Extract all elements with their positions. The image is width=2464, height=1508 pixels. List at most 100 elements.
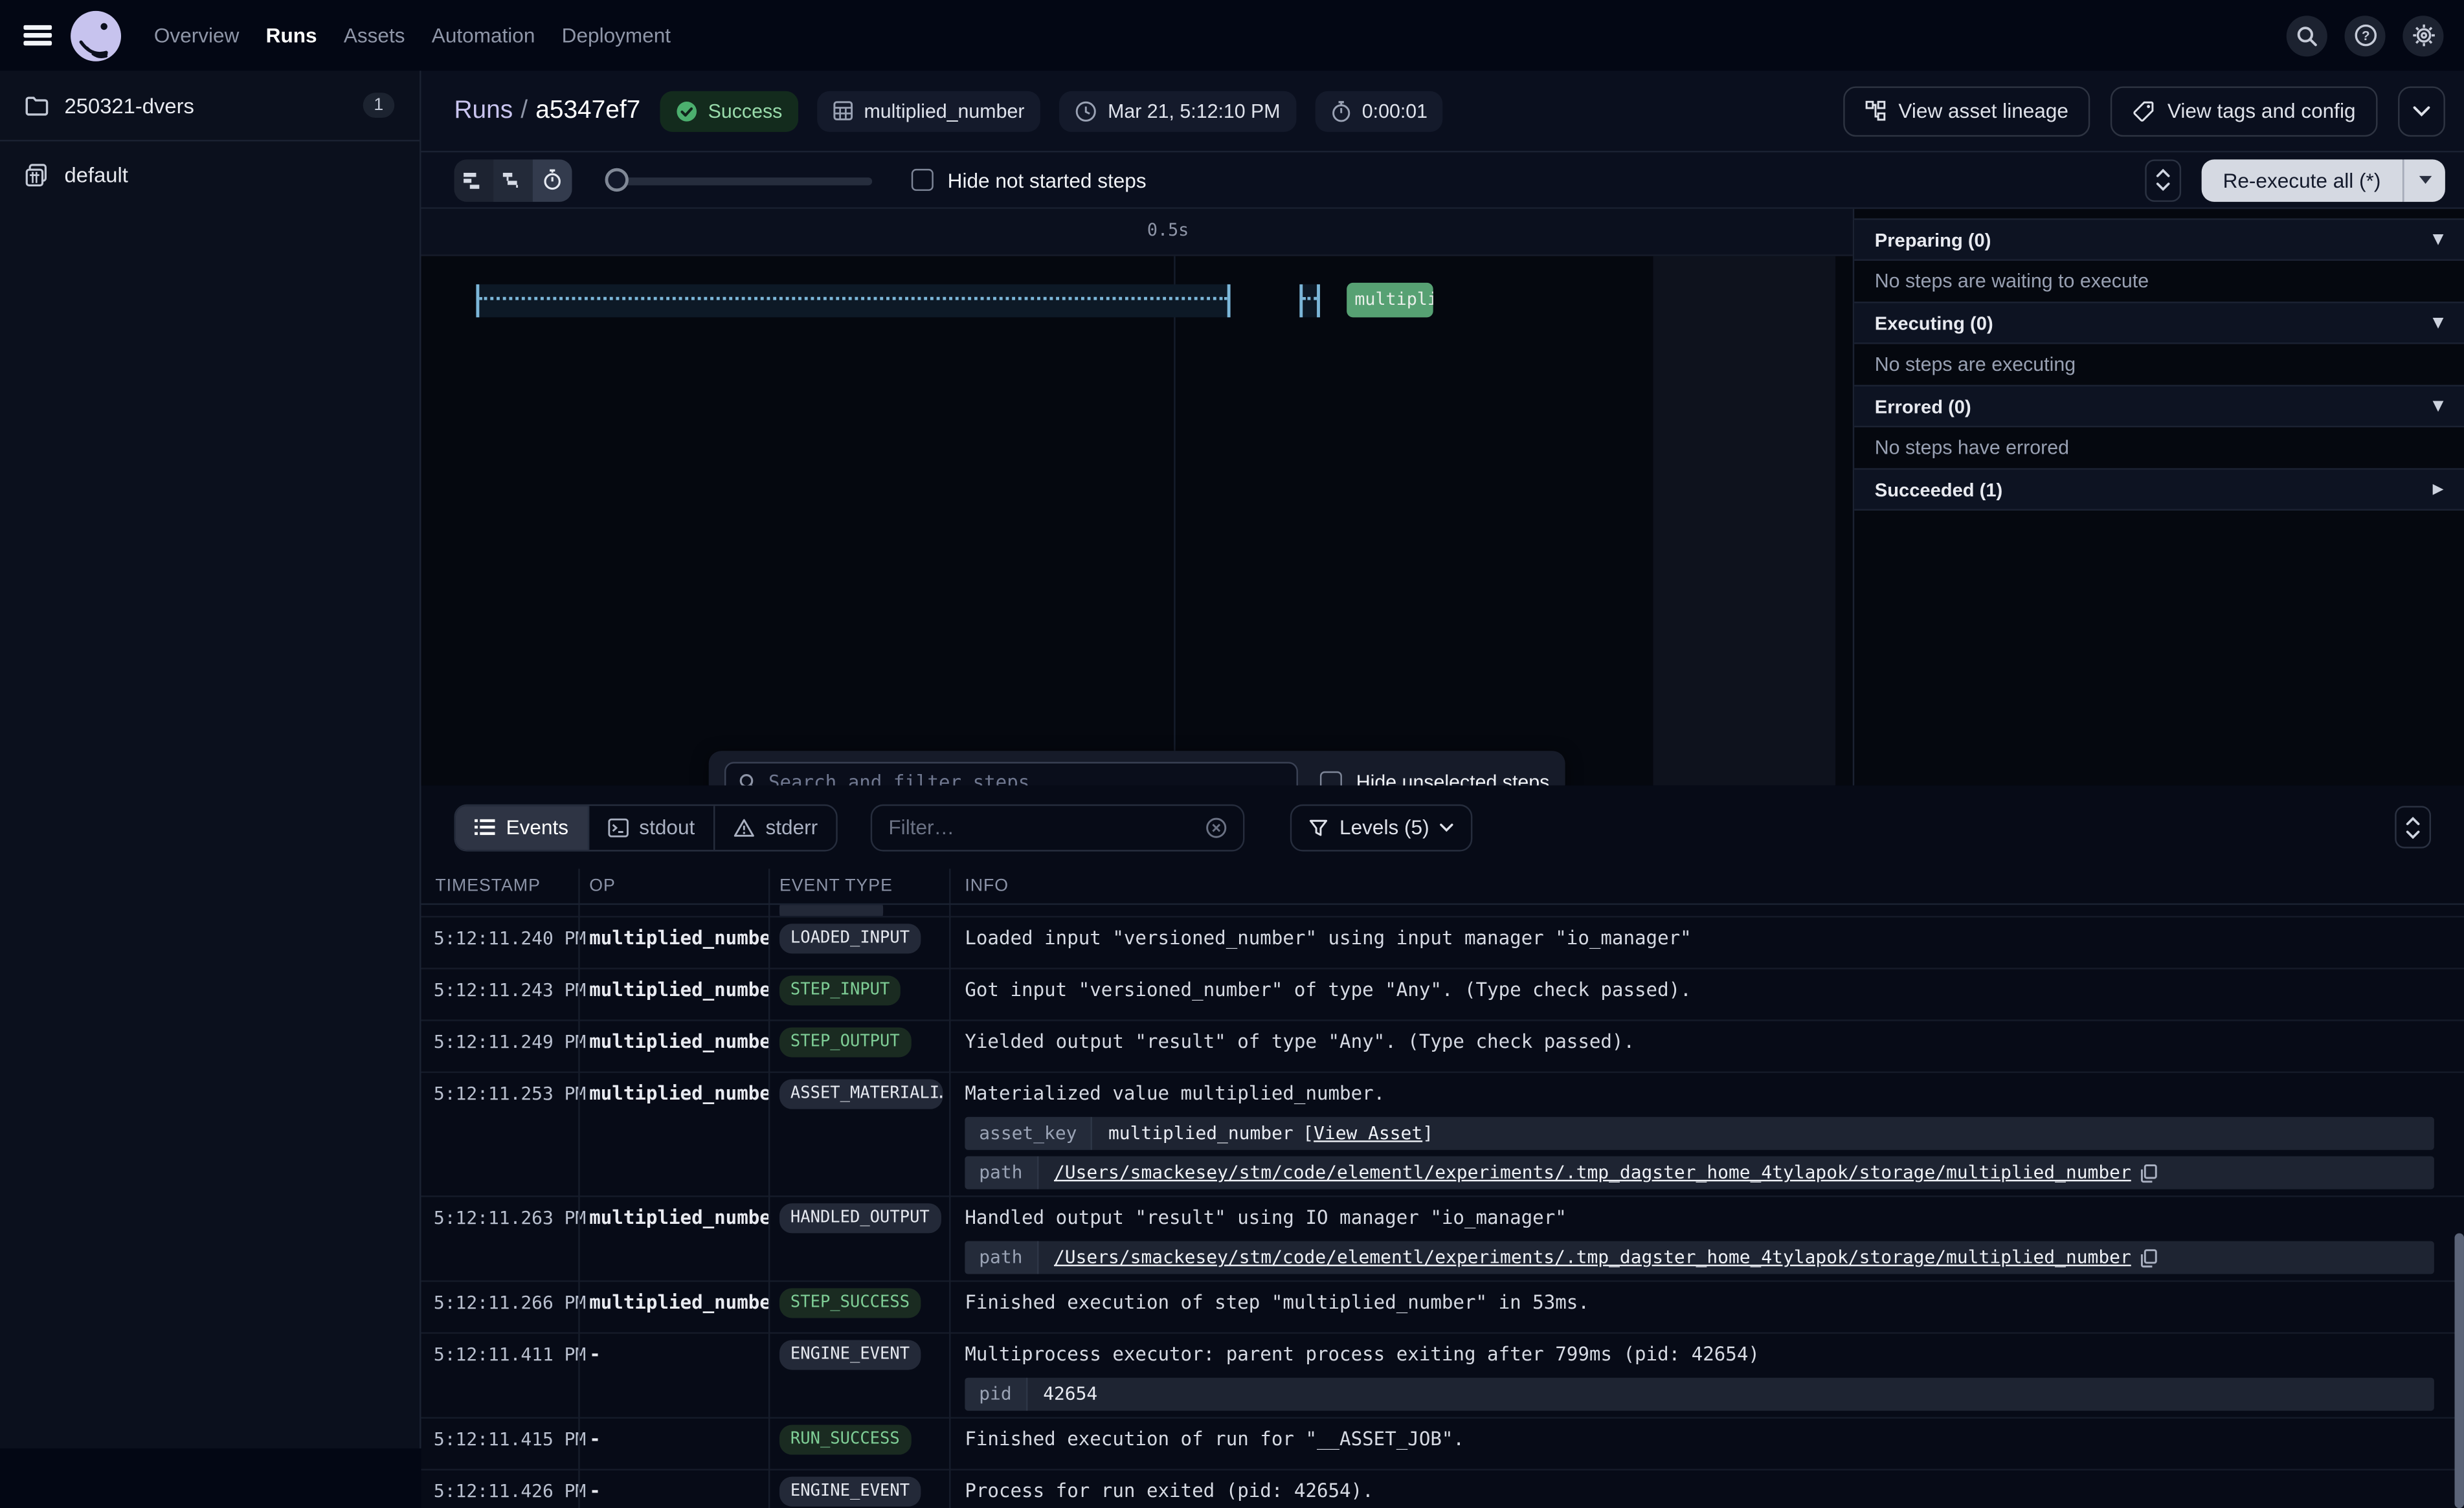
section-errored[interactable]: Errored (0) ▼ [1854, 385, 2464, 428]
expand-collapse-button[interactable] [2144, 159, 2180, 201]
chevron-down-icon [2412, 104, 2431, 116]
gantt-chart[interactable]: multipli… Hide unselected steps [421, 256, 1853, 786]
copy-icon[interactable] [2140, 1163, 2158, 1182]
section-succeeded[interactable]: Succeeded (1) ▶ [1854, 468, 2464, 511]
metadata-value: 42654 [1027, 1378, 2434, 1411]
events-table-header: TIMESTAMP OP EVENT TYPE INFO [421, 869, 2464, 905]
header-more-dropdown-button[interactable] [2398, 85, 2445, 136]
info-text: Materialized value multiplied_number. [965, 1080, 2434, 1109]
timed-view-button[interactable] [533, 159, 572, 201]
vertical-scrollbar-thumb[interactable] [2454, 1233, 2464, 1508]
hide-unselected-checkbox[interactable] [1320, 771, 1342, 786]
op-cell: multiplied_number [578, 1080, 768, 1109]
timestamp-cell: 5:12:11.411 PM [421, 1340, 579, 1369]
reexecute-all-button[interactable]: Re-execute all (*) [2201, 159, 2403, 201]
left-sidebar: 250321-dvers 1 default 250321-dvers ⟳ [0, 71, 421, 1448]
run-duration: 0:00:01 [1315, 91, 1443, 131]
help-icon[interactable]: ? [2345, 15, 2386, 56]
event-type-cell: STEP_INPUT [768, 975, 949, 1013]
table-row[interactable]: 5:12:11.243 PMmultiplied_numberSTEP_INPU… [421, 970, 2464, 1021]
hamburger-menu-icon[interactable] [23, 25, 52, 46]
chevron-down-icon [1440, 823, 1455, 832]
run-id: a5347ef7 [535, 96, 640, 123]
funnel-icon [1310, 817, 1328, 836]
op-cell: multiplied_number [578, 975, 768, 1005]
reexecute-dropdown-button[interactable] [2402, 159, 2445, 201]
path-link[interactable]: /Users/smackesey/stm/code/elementl/exper… [1054, 1156, 2131, 1189]
caret-down-icon [2417, 175, 2432, 185]
flat-view-button[interactable] [454, 159, 493, 201]
nav-link-assets[interactable]: Assets [344, 23, 405, 47]
metadata-row: pid42654 [965, 1378, 2434, 1411]
clock-icon [1075, 100, 1097, 122]
section-preparing[interactable]: Preparing (0) ▼ [1854, 218, 2464, 261]
hide-not-started-checkbox-row[interactable]: Hide not started steps [912, 168, 1147, 192]
timestamp-cell: 5:12:11.266 PM [421, 1288, 579, 1318]
view-asset-lineage-button[interactable]: View asset lineage [1843, 85, 2090, 136]
path-link[interactable]: /Users/smackesey/stm/code/elementl/exper… [1054, 1241, 2131, 1274]
event-type-cell: STEP_SUCCESS [768, 1288, 949, 1325]
view-asset-link[interactable]: View Asset [1314, 1122, 1422, 1144]
view-tags-config-button[interactable]: View tags and config [2111, 85, 2378, 136]
tag-icon [2133, 100, 2155, 122]
run-header: Runs/a5347ef7 Success multiplied_number … [421, 71, 2464, 152]
events-filter-box[interactable] [871, 804, 1246, 851]
events-filter-input[interactable] [888, 815, 1205, 839]
nav-link-deployment[interactable]: Deployment [562, 23, 671, 47]
events-table-rows: 5:12:11.240 PMmultiplied_numberLOADED_IN… [421, 905, 2464, 1508]
top-nav: Overview Runs Assets Automation Deployme… [0, 0, 2464, 71]
gantt-step-bar[interactable]: multipli… [1347, 283, 1433, 317]
asset-grid-icon [833, 100, 853, 121]
events-table: TIMESTAMP OP EVENT TYPE INFO 5:12:11.240… [421, 869, 2464, 1508]
waterfall-view-button[interactable] [493, 159, 533, 201]
event-type-badge: HANDLED_OUTPUT [779, 1203, 941, 1233]
settings-gear-icon[interactable] [2402, 15, 2443, 56]
levels-dropdown-button[interactable]: Levels (5) [1291, 804, 1473, 851]
nav-link-runs[interactable]: Runs [266, 23, 317, 47]
metadata-key: asset_key [965, 1117, 1092, 1150]
slider-track[interactable] [618, 177, 872, 184]
section-executing[interactable]: Executing (0) ▼ [1854, 302, 2464, 344]
table-row[interactable]: 5:12:11.411 PM-ENGINE_EVENTMultiprocess … [421, 1334, 2464, 1419]
nav-link-automation[interactable]: Automation [432, 23, 535, 47]
tab-stderr[interactable]: stderr [715, 805, 836, 849]
col-info: INFO [965, 876, 1009, 895]
search-icon [739, 772, 757, 786]
dagster-logo-icon[interactable] [69, 8, 123, 62]
sidebar-item-repository[interactable]: 250321-dvers 1 [0, 71, 420, 140]
copy-icon[interactable] [2140, 1248, 2158, 1267]
slider-knob[interactable] [605, 168, 629, 191]
nav-links: Overview Runs Assets Automation Deployme… [154, 23, 671, 47]
step-search-input[interactable] [768, 771, 1284, 786]
tab-stdout[interactable]: stdout [589, 805, 715, 849]
search-icon[interactable] [2287, 15, 2327, 56]
events-expand-button[interactable] [2395, 806, 2431, 848]
event-type-badge: STEP_SUCCESS [779, 1288, 921, 1318]
op-cell: multiplied_number [578, 924, 768, 953]
gantt-workspace: 0.5s multipli… Hide unselected steps P [421, 209, 2464, 786]
table-row[interactable] [421, 905, 2464, 917]
step-status-panel: Preparing (0) ▼ No steps are waiting to … [1853, 209, 2464, 786]
table-row[interactable]: 5:12:11.415 PM-RUN_SUCCESSFinished execu… [421, 1419, 2464, 1470]
column-divider [768, 869, 770, 1508]
clear-filter-icon[interactable] [1206, 816, 1228, 838]
table-row[interactable]: 5:12:11.263 PMmultiplied_numberHANDLED_O… [421, 1197, 2464, 1282]
table-row[interactable]: 5:12:11.426 PM-ENGINE_EVENTProcess for r… [421, 1470, 2464, 1508]
info-text: Loaded input "versioned_number" using in… [965, 924, 2434, 953]
op-cell: - [578, 1340, 768, 1369]
tab-events[interactable]: Events [456, 805, 589, 849]
sidebar-item-group-default[interactable]: default [0, 140, 420, 209]
table-row[interactable]: 5:12:11.253 PMmultiplied_numberASSET_MAT… [421, 1073, 2464, 1197]
table-row[interactable]: 5:12:11.266 PMmultiplied_numberSTEP_SUCC… [421, 1282, 2464, 1334]
step-filter-panel: Hide unselected steps [709, 751, 1565, 785]
step-search-box[interactable] [724, 762, 1298, 785]
asset-tag[interactable]: multiplied_number [817, 91, 1040, 131]
hide-unselected-checkbox-row[interactable]: Hide unselected steps [1320, 771, 1549, 786]
gantt-zoom-slider[interactable] [605, 168, 873, 193]
table-row[interactable]: 5:12:11.249 PMmultiplied_numberSTEP_OUTP… [421, 1021, 2464, 1073]
info-cell: Materialized value multiplied_number.ass… [949, 1080, 2464, 1190]
nav-link-overview[interactable]: Overview [154, 23, 240, 47]
hide-not-started-checkbox[interactable] [912, 169, 934, 191]
table-row[interactable]: 5:12:11.240 PMmultiplied_numberLOADED_IN… [421, 918, 2464, 970]
breadcrumb-runs-link[interactable]: Runs [454, 96, 513, 123]
